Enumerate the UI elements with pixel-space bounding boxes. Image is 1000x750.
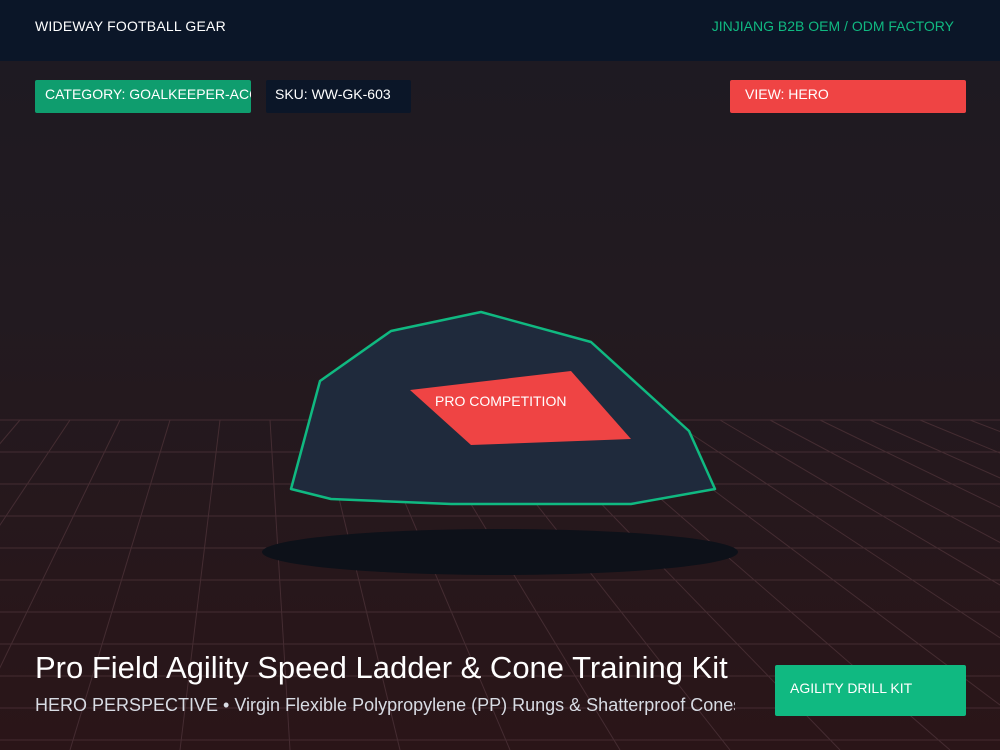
product-subtitle: HERO PERSPECTIVE • Virgin Flexible Polyp… (35, 695, 735, 715)
view-tag[interactable]: VIEW: HERO (730, 80, 966, 113)
product-shadow (262, 529, 738, 575)
factory-label: JINJIANG B2B OEM / ODM FACTORY (711, 18, 954, 34)
product-badge-label: PRO COMPETITION (435, 393, 566, 409)
agility-drill-kit-button[interactable]: AGILITY DRILL KIT (775, 665, 966, 716)
top-bar: WIDEWAY FOOTBALL GEAR JINJIANG B2B OEM /… (0, 0, 1000, 61)
brand-name: WIDEWAY FOOTBALL GEAR (35, 18, 226, 34)
sku-tag: SKU: WW-GK-603 (266, 80, 411, 113)
category-tag: CATEGORY: GOALKEEPER-ACCESSORIES (35, 80, 251, 113)
product-title: Pro Field Agility Speed Ladder & Cone Tr… (35, 650, 728, 685)
